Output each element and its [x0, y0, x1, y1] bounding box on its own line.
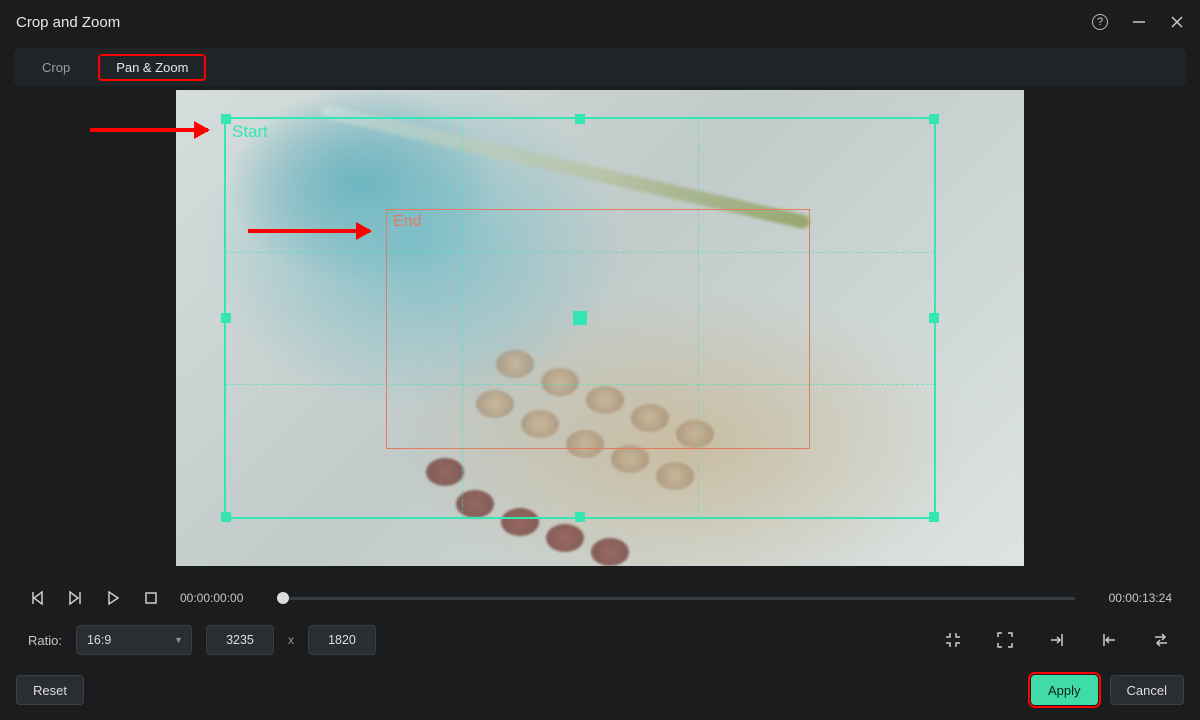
- total-time: 00:00:13:24: [1109, 591, 1172, 605]
- ratio-value: 16:9: [87, 633, 111, 647]
- resize-handle[interactable]: [929, 512, 939, 522]
- tab-pan-and-zoom[interactable]: Pan & Zoom: [98, 54, 206, 81]
- cancel-button[interactable]: Cancel: [1110, 675, 1184, 705]
- minimize-icon[interactable]: [1132, 15, 1146, 29]
- footer: Reset Apply Cancel: [0, 670, 1200, 710]
- fullscreen-icon[interactable]: [994, 629, 1016, 651]
- resize-handle[interactable]: [221, 512, 231, 522]
- width-input[interactable]: 3235: [206, 625, 274, 655]
- close-icon[interactable]: [1170, 15, 1184, 29]
- tabs: Crop Pan & Zoom: [14, 48, 1186, 86]
- annotation-arrow-icon: [248, 229, 370, 233]
- settings-bar: Ratio: 16:9 ▾ 3235 x 1820: [0, 620, 1200, 660]
- window-controls: ?: [1092, 14, 1184, 30]
- seek-slider[interactable]: [277, 597, 1074, 600]
- resize-handle[interactable]: [575, 114, 585, 124]
- step-back-icon[interactable]: [28, 589, 46, 607]
- seek-knob[interactable]: [277, 592, 289, 604]
- play-icon[interactable]: [104, 589, 122, 607]
- resize-handle[interactable]: [929, 313, 939, 323]
- window-title: Crop and Zoom: [16, 14, 1092, 31]
- dimension-separator: x: [288, 633, 294, 647]
- tab-crop[interactable]: Crop: [24, 55, 88, 80]
- preview[interactable]: Start End: [176, 90, 1024, 566]
- end-crop-rect[interactable]: End: [386, 209, 810, 449]
- resize-handle[interactable]: [221, 114, 231, 124]
- help-icon[interactable]: ?: [1092, 14, 1108, 30]
- reset-button[interactable]: Reset: [16, 675, 84, 705]
- resize-handle[interactable]: [929, 114, 939, 124]
- height-input[interactable]: 1820: [308, 625, 376, 655]
- start-label: Start: [232, 122, 268, 142]
- annotation-arrow-icon: [90, 128, 208, 132]
- swap-icon[interactable]: [1150, 629, 1172, 651]
- titlebar: Crop and Zoom ?: [0, 0, 1200, 44]
- end-label: End: [393, 213, 421, 231]
- step-forward-icon[interactable]: [66, 589, 84, 607]
- ratio-label: Ratio:: [28, 633, 62, 648]
- stop-icon[interactable]: [142, 589, 160, 607]
- current-time: 00:00:00:00: [180, 591, 243, 605]
- ratio-select[interactable]: 16:9 ▾: [76, 625, 192, 655]
- chevron-down-icon: ▾: [176, 635, 181, 646]
- exit-fullscreen-icon[interactable]: [942, 629, 964, 651]
- resize-handle[interactable]: [221, 313, 231, 323]
- resize-handle[interactable]: [575, 512, 585, 522]
- playback-bar: 00:00:00:00 00:00:13:24: [0, 578, 1200, 618]
- align-right-icon[interactable]: [1046, 629, 1068, 651]
- apply-button[interactable]: Apply: [1031, 675, 1098, 705]
- align-left-icon[interactable]: [1098, 629, 1120, 651]
